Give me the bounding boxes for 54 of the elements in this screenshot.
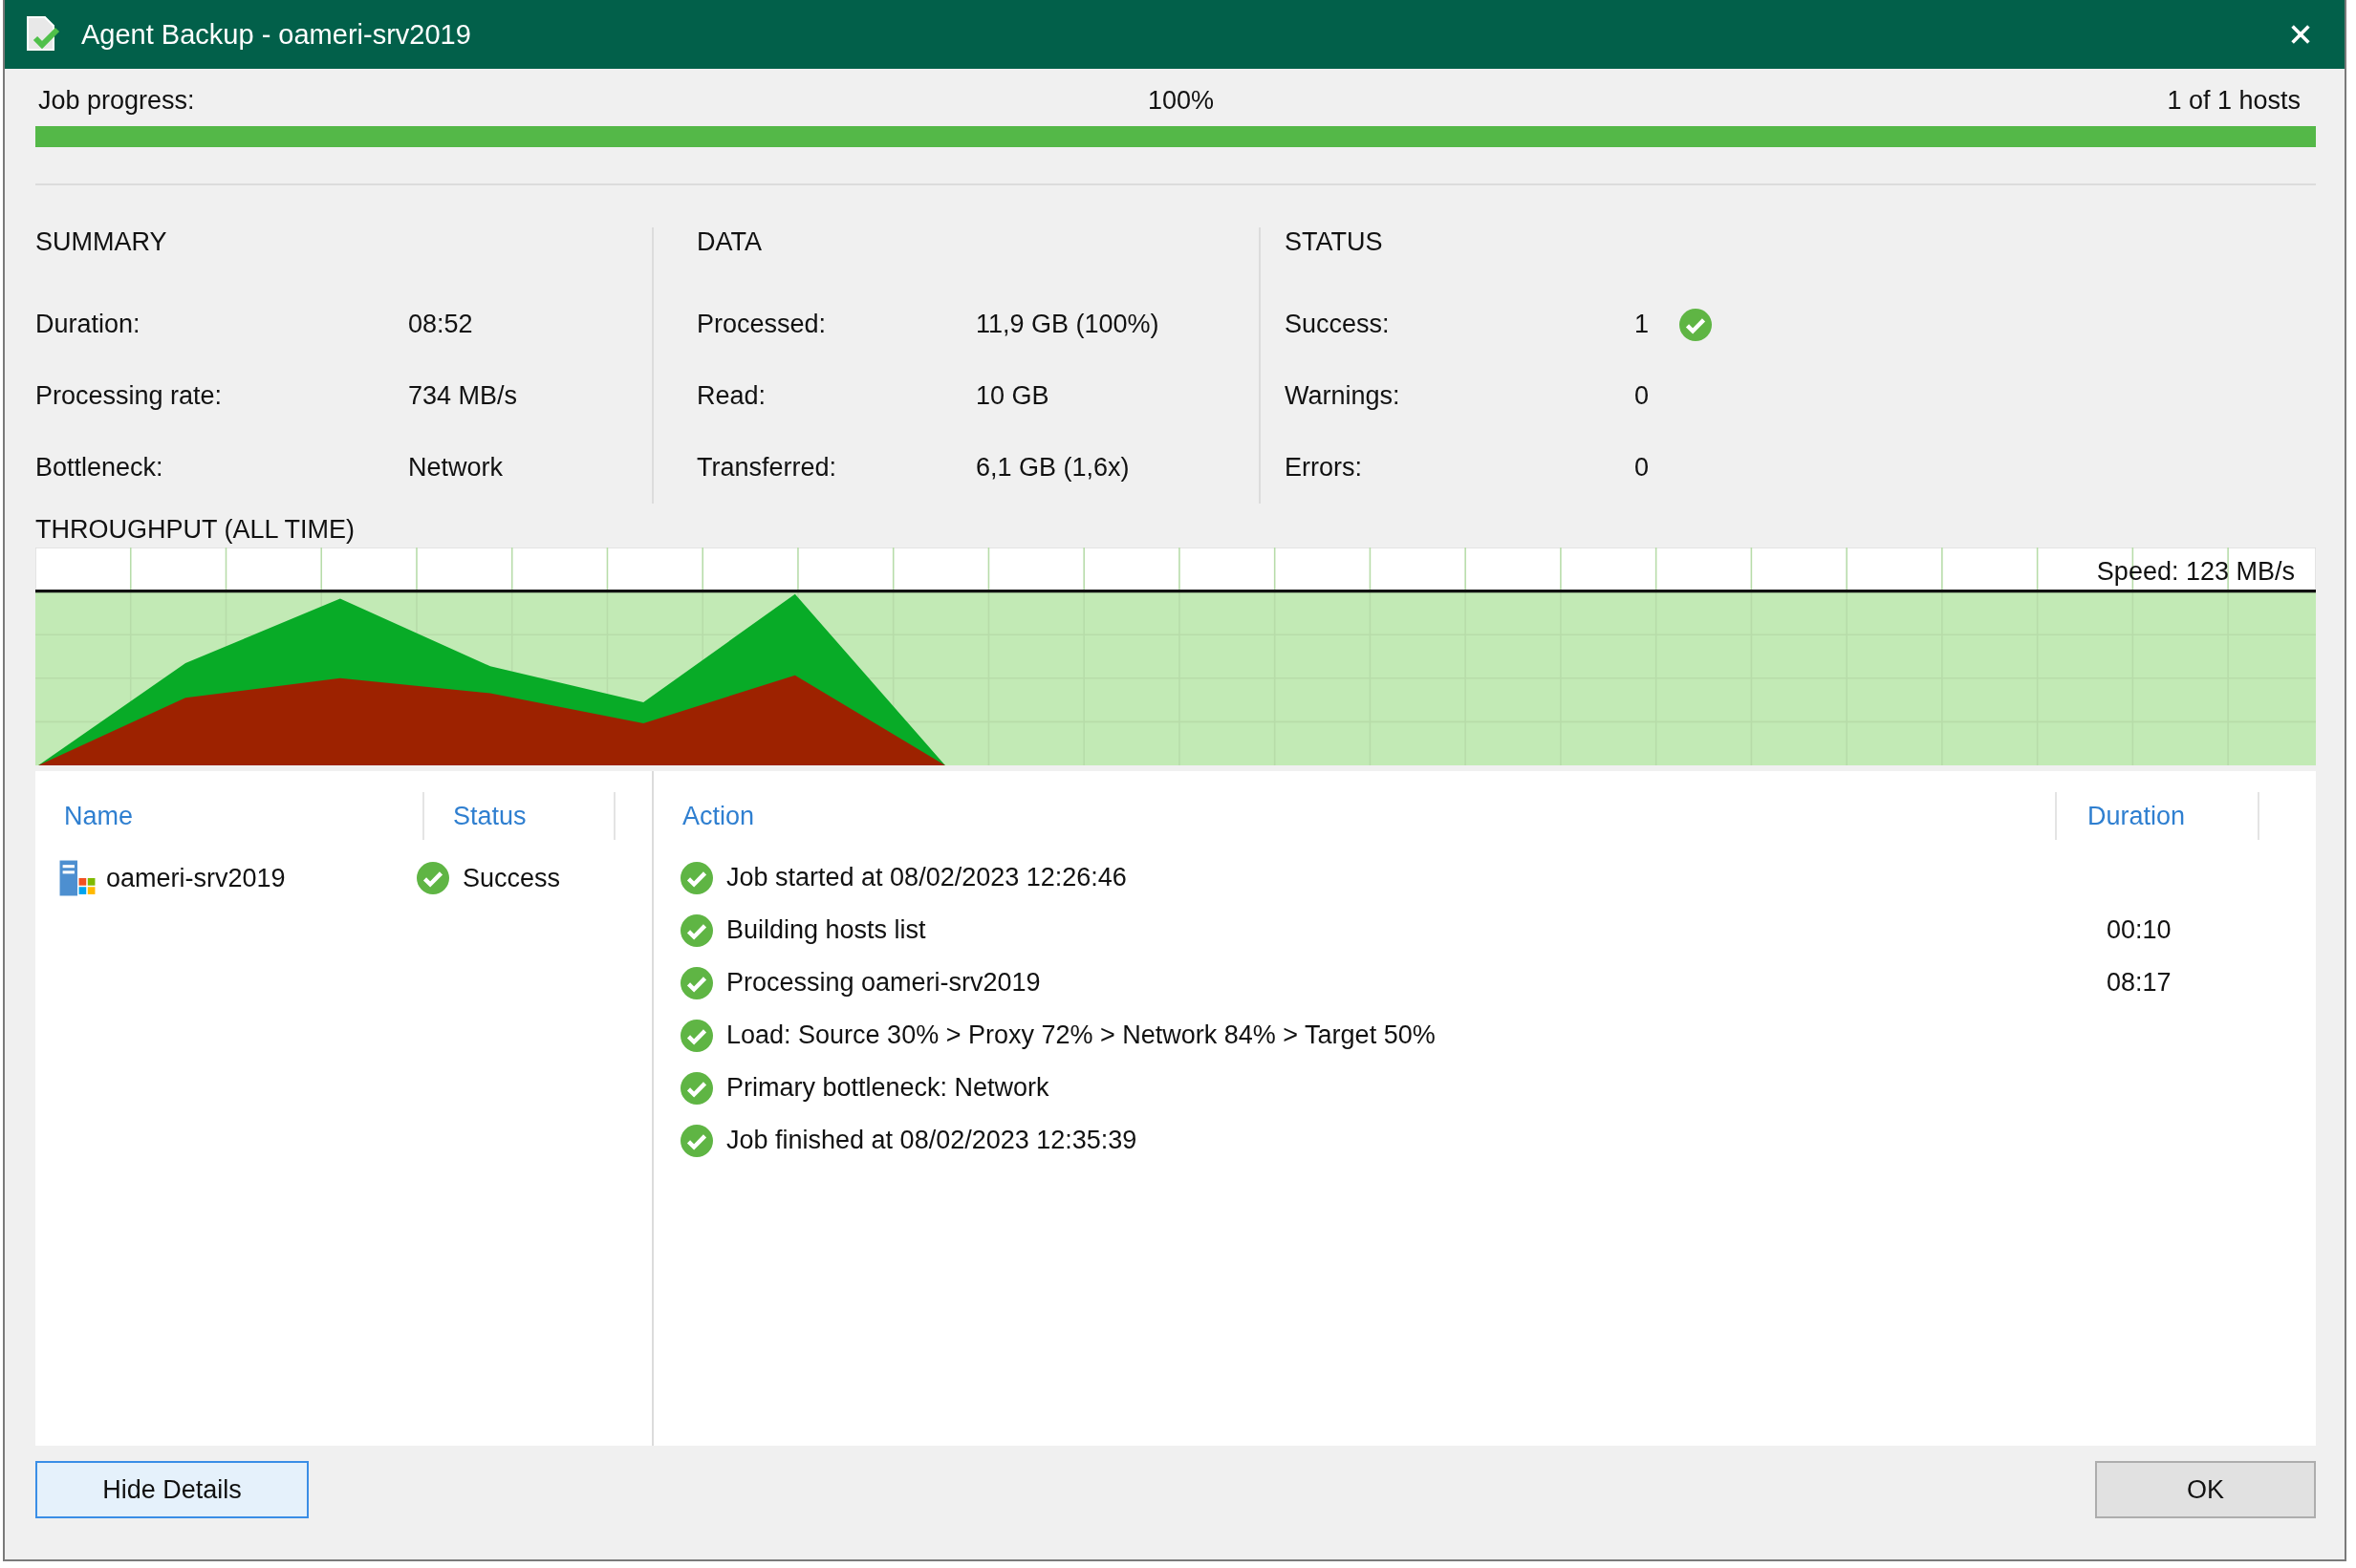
host-name[interactable]: oameri-srv2019 [106, 863, 286, 893]
stat-value: 08:52 [408, 310, 473, 339]
stat-label: Duration: [35, 310, 141, 339]
success-icon [681, 966, 713, 999]
server-icon [58, 859, 97, 897]
stat-label: Errors: [1285, 453, 1363, 483]
column-header[interactable]: Name [35, 792, 424, 840]
section-title: STATUS [1285, 227, 1384, 258]
action-text: Job started at 08/02/2023 12:26:46 [726, 863, 1127, 892]
section-title: SUMMARY [35, 227, 168, 258]
column-header[interactable]: Duration [2057, 792, 2259, 840]
success-icon [681, 1124, 713, 1157]
success-icon [681, 913, 713, 947]
section-title: DATA [697, 227, 763, 258]
action-text: Job finished at 08/02/2023 12:35:39 [726, 1126, 1137, 1155]
speed-reading: Speed: 123 MB/s [2096, 557, 2295, 587]
progress-percent: 100% [1147, 86, 1215, 117]
success-icon [417, 862, 449, 894]
stat-label: Success: [1285, 310, 1391, 339]
progress-label: Job progress: [38, 86, 195, 117]
stat-label: Transferred: [697, 453, 838, 483]
action-text: Processing oameri-srv2019 [726, 968, 1041, 998]
action-text: Primary bottleneck: Network [726, 1073, 1049, 1103]
stat-value: 10 GB [976, 381, 1049, 411]
column-header[interactable]: Action [654, 792, 2057, 840]
success-icon [681, 861, 713, 894]
stat-label: Warnings: [1285, 381, 1401, 411]
success-icon [681, 1071, 713, 1105]
stat-value: 734 MB/s [408, 381, 518, 411]
document-check-icon [24, 15, 62, 54]
host-status: Success [463, 863, 561, 893]
action-text: Building hosts list [726, 915, 926, 945]
stat-label: Bottleneck: [35, 453, 164, 483]
success-icon [1679, 308, 1713, 341]
stat-value: 6,1 GB (1,6x) [976, 453, 1130, 483]
stat-label: Processed: [697, 310, 828, 339]
stat-label: Processing rate: [35, 381, 224, 411]
stat-value: 1 [1634, 310, 1650, 339]
stat-value: 0 [1634, 453, 1650, 483]
dialog-button[interactable]: Hide Details [35, 1461, 309, 1518]
column-header[interactable]: Status [424, 792, 616, 840]
action-duration: 08:17 [2106, 968, 2172, 998]
stat-label: Read: [697, 381, 767, 411]
hosts-count: 1 of 1 hosts [2167, 86, 2301, 117]
stat-value: Network [408, 453, 504, 483]
success-icon [681, 1019, 713, 1052]
window-title: Agent Backup - oameri-srv2019 [81, 18, 472, 51]
chart-title: THROUGHPUT (ALL TIME) [35, 515, 357, 546]
action-duration: 00:10 [2106, 915, 2172, 945]
stat-value: 11,9 GB (100%) [976, 310, 1159, 339]
dialog-button[interactable]: OK [2095, 1461, 2316, 1518]
action-text: Load: Source 30% > Proxy 72% > Network 84% > Target 50% [726, 1020, 1436, 1050]
stat-value: 0 [1634, 381, 1650, 411]
close-icon[interactable] [2289, 23, 2312, 46]
